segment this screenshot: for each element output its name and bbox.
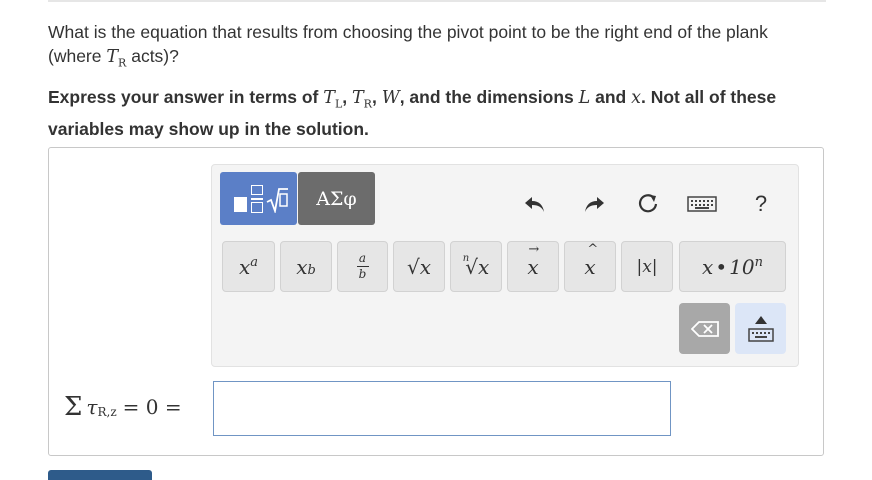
templates-tab[interactable] [220,172,297,225]
redo-icon[interactable] [578,188,610,220]
answer-instructions: Express your answer in terms of TL, TR, … [48,87,777,139]
scientific-notation-button[interactable]: x • 10 n [679,241,786,292]
question-line-2-close: acts)? [126,46,179,66]
question-line-1: What is the equation that results from c… [48,22,768,42]
greek-tab[interactable]: ΑΣφ [298,172,375,225]
nth-root-button[interactable]: n √x [450,241,502,292]
subscript-button[interactable]: xb [280,241,332,292]
symbol-w: W [381,88,400,108]
symbol-l: L [578,88,591,108]
delete-button[interactable] [679,303,730,354]
fraction-button[interactable]: ab [337,241,388,292]
equation-label: Στ R,z = 0 = [64,392,182,422]
keyboard-icon[interactable] [686,188,718,220]
vector-button[interactable]: → x [507,241,559,292]
symbol-tr: TR [351,88,372,111]
keyboard-toggle-button[interactable] [735,303,786,354]
absolute-value-button[interactable]: |x| [621,241,673,292]
undo-icon[interactable] [519,188,551,220]
superscript-button[interactable]: xa [222,241,275,292]
unit-vector-button[interactable]: ^ x [564,241,616,292]
reset-icon[interactable] [632,188,664,220]
help-button[interactable]: ? [745,188,777,220]
answer-input[interactable] [213,381,671,436]
backspace-icon [690,320,719,337]
square-root-button[interactable]: √x [393,241,445,292]
top-divider [48,0,826,2]
symbol-tl: TL [323,88,343,111]
question-line-2-open: (where [48,46,107,66]
submit-button[interactable] [48,470,152,480]
symbol-tr: TR [106,47,127,70]
question-prompt: What is the equation that results from c… [48,20,848,76]
templates-icon [230,183,288,215]
caret-up-icon [754,315,767,324]
symbol-x: x [631,88,641,108]
keyboard-icon [747,327,774,342]
